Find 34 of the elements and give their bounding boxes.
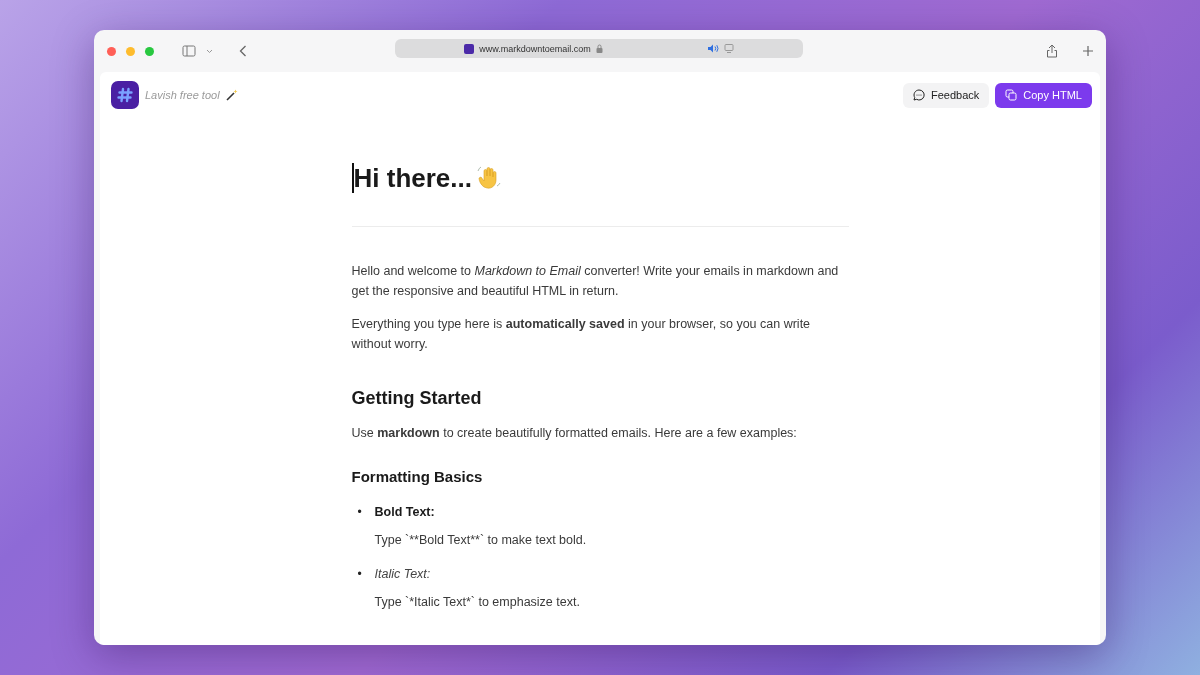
copy-icon <box>1005 89 1018 101</box>
copy-button[interactable]: Copy HTML <box>995 82 1092 108</box>
speaker-icon <box>707 44 719 53</box>
share-icon[interactable] <box>1046 44 1058 58</box>
speech-bubble-icon <box>913 89 925 101</box>
list-item-label: Bold Text: <box>374 504 436 521</box>
section-heading: Getting Started <box>351 387 483 410</box>
feedback-button[interactable]: Feedback <box>903 82 990 108</box>
plus-icon[interactable] <box>1082 45 1094 57</box>
tagline: Lavish free tool <box>145 89 220 101</box>
logo-icon <box>111 81 139 109</box>
paragraph: Use markdown to create beautifully formatted emails. Here are a few examples: <box>351 425 798 442</box>
close-button[interactable] <box>107 46 116 56</box>
list-item-description: Type `*Italic Text*` to emphasize text. <box>374 594 580 611</box>
bullet: • <box>357 566 363 583</box>
magic-wand-icon <box>225 89 238 101</box>
address-bar[interactable]: www.markdowntoemail.com <box>395 39 803 58</box>
text-cursor <box>351 163 354 193</box>
document-title: Hi there... <box>353 162 472 194</box>
subsection-heading: Formatting Basics <box>351 467 484 487</box>
paragraph: Hello and welcome to Markdown to Email converter! Write your emails in markdown and get the responsive and beautiful HTML in return. <box>351 263 840 300</box>
reader-icon <box>723 43 734 54</box>
paragraph: Everything you type here is automatically saved in your browser, so you can write without worry. <box>351 316 812 353</box>
bullet: • <box>357 504 363 521</box>
list-item-description: Type `**Bold Text**` to make text bold. <box>374 532 587 549</box>
minimize-button[interactable] <box>126 46 135 56</box>
sidebar-icon[interactable] <box>182 45 196 57</box>
chevron-icon[interactable] <box>206 48 213 54</box>
zoom-button[interactable] <box>145 46 154 56</box>
list-item-label: Italic Text: <box>374 566 432 583</box>
lock-icon <box>595 44 603 53</box>
back-icon[interactable] <box>239 45 247 57</box>
site-icon <box>464 43 475 54</box>
waving-hand-icon <box>476 165 502 191</box>
